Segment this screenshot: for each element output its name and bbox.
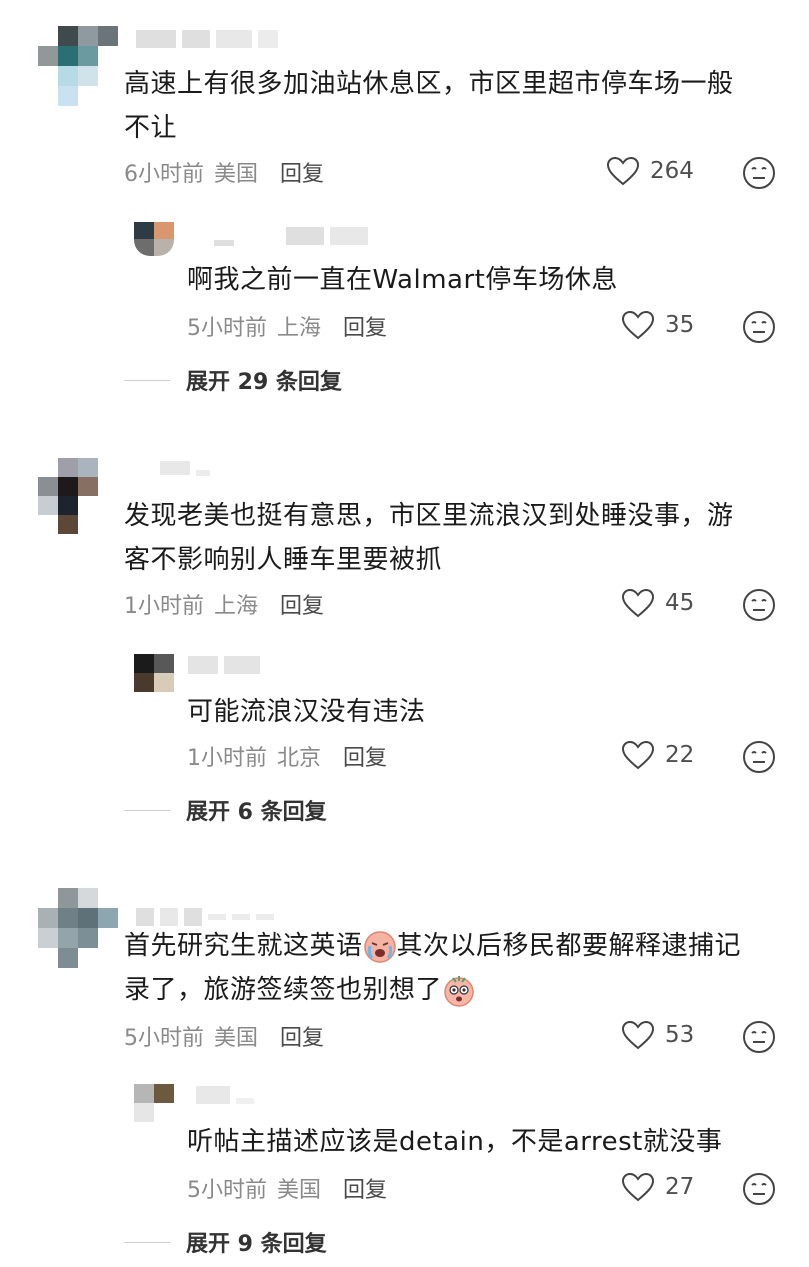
heart-outline-icon	[621, 1172, 655, 1202]
meh-face-icon	[743, 1021, 775, 1053]
reply-text: 可能流浪汉没有违法	[187, 697, 426, 727]
expand-replies-button[interactable]: 展开 6 条回复	[124, 794, 327, 826]
like-count: 53	[665, 1022, 695, 1048]
meh-face-icon	[743, 741, 775, 773]
like-button[interactable]: 35	[621, 310, 694, 340]
like-button[interactable]: 27	[621, 1172, 694, 1202]
like-count: 45	[665, 590, 695, 616]
reply-button[interactable]: 回复	[280, 588, 324, 620]
comment-time: 6小时前	[124, 162, 204, 187]
reply-username[interactable]	[188, 656, 260, 674]
reaction-button[interactable]	[742, 156, 776, 194]
comment-text-line: 客不影响别人睡车里要被抓	[124, 545, 443, 575]
username[interactable]	[160, 460, 210, 476]
divider	[124, 1241, 170, 1243]
heart-outline-icon	[621, 310, 655, 340]
reaction-button[interactable]	[742, 588, 776, 626]
like-button[interactable]: 264	[606, 156, 694, 186]
reply-avatar[interactable]	[134, 1084, 174, 1122]
reply-meta: 1小时前 北京 回复	[187, 740, 387, 772]
heart-outline-icon	[621, 588, 655, 618]
avatar[interactable]	[38, 888, 118, 968]
reply-time: 5小时前	[187, 316, 267, 341]
like-count: 264	[650, 158, 694, 184]
crying-face-emoji	[363, 930, 396, 963]
reaction-button[interactable]	[742, 1020, 776, 1058]
avatar[interactable]	[38, 458, 98, 534]
avatar[interactable]	[38, 26, 118, 106]
divider	[124, 809, 170, 811]
comment-text-line: 高速上有很多加油站休息区，市区里超市停车场一般	[124, 69, 734, 99]
reply-text: 听帖主描述应该是detain，不是arrest就没事	[187, 1127, 723, 1157]
comment-time: 5小时前	[124, 1026, 204, 1051]
like-count: 27	[665, 1174, 695, 1200]
reply-meta: 5小时前 美国 回复	[187, 1172, 387, 1204]
expand-replies-button[interactable]: 展开 9 条回复	[124, 1226, 327, 1258]
comment-location: 上海	[214, 594, 259, 619]
reply-location: 美国	[277, 1178, 322, 1203]
heart-outline-icon	[606, 156, 640, 186]
comment-meta: 1小时前 上海 回复	[124, 588, 324, 620]
reply-time: 1小时前	[187, 746, 267, 771]
expand-replies-label: 展开 9 条回复	[186, 1232, 327, 1257]
comment-text-segment: 其次以后移民都要解释逮捕记	[396, 931, 742, 961]
like-count: 22	[665, 742, 695, 768]
meh-face-icon	[743, 1173, 775, 1205]
meh-face-icon	[743, 157, 775, 189]
expand-replies-button[interactable]: 展开 29 条回复	[124, 364, 342, 396]
comment-location: 美国	[214, 1026, 259, 1051]
like-button[interactable]: 22	[621, 740, 694, 770]
comment-text-line: 不让	[124, 113, 178, 143]
reaction-button[interactable]	[742, 310, 776, 348]
comment-text-line: 首先研究生就这英语 其次以后移民都要解释逮捕记	[124, 924, 741, 968]
reply-location: 上海	[277, 316, 322, 341]
reply-time: 5小时前	[187, 1178, 267, 1203]
shocked-face-emoji	[444, 975, 474, 1007]
meh-face-icon	[743, 589, 775, 621]
username[interactable]	[136, 30, 278, 48]
comment-text-segment: 首先研究生就这英语	[124, 931, 363, 961]
comment-meta: 6小时前 美国 回复	[124, 156, 324, 188]
reply-button[interactable]: 回复	[280, 156, 324, 188]
expand-replies-label: 展开 6 条回复	[186, 800, 327, 825]
reply-button[interactable]: 回复	[343, 310, 387, 342]
reaction-button[interactable]	[742, 1172, 776, 1210]
reply-username[interactable]	[214, 226, 368, 246]
comment-location: 美国	[214, 162, 259, 187]
reply-button[interactable]: 回复	[343, 740, 387, 772]
reply-username[interactable]	[196, 1086, 254, 1104]
reply-avatar[interactable]	[134, 222, 174, 256]
meh-face-icon	[743, 311, 775, 343]
divider	[124, 379, 170, 381]
like-button[interactable]: 53	[621, 1020, 694, 1050]
reply-meta: 5小时前 上海 回复	[187, 310, 387, 342]
like-count: 35	[665, 312, 695, 338]
comment-time: 1小时前	[124, 594, 204, 619]
comment-text-line: 发现老美也挺有意思，市区里流浪汉到处睡没事，游	[124, 501, 734, 531]
reply-avatar[interactable]	[134, 654, 174, 692]
reply-text: 啊我之前一直在Walmart停车场休息	[187, 265, 618, 295]
reaction-button[interactable]	[742, 740, 776, 778]
reply-button[interactable]: 回复	[280, 1020, 324, 1052]
expand-replies-label: 展开 29 条回复	[186, 370, 342, 395]
like-button[interactable]: 45	[621, 588, 694, 618]
comment-text: 首先研究生就这英语 其次以后移民都要解释逮捕记 录了，旅游签续签也别想了	[124, 924, 741, 1012]
reply-location: 北京	[277, 746, 322, 771]
comment-text-line: 录了，旅游签续签也别想了	[124, 968, 741, 1012]
heart-outline-icon	[621, 1020, 655, 1050]
reply-button[interactable]: 回复	[343, 1172, 387, 1204]
comment-meta: 5小时前 美国 回复	[124, 1020, 324, 1052]
heart-outline-icon	[621, 740, 655, 770]
comment-text: 发现老美也挺有意思，市区里流浪汉到处睡没事，游 客不影响别人睡车里要被抓	[124, 494, 734, 582]
comment-text: 高速上有很多加油站休息区，市区里超市停车场一般 不让	[124, 62, 734, 150]
comment-text-segment: 录了，旅游签续签也别想了	[124, 975, 443, 1005]
